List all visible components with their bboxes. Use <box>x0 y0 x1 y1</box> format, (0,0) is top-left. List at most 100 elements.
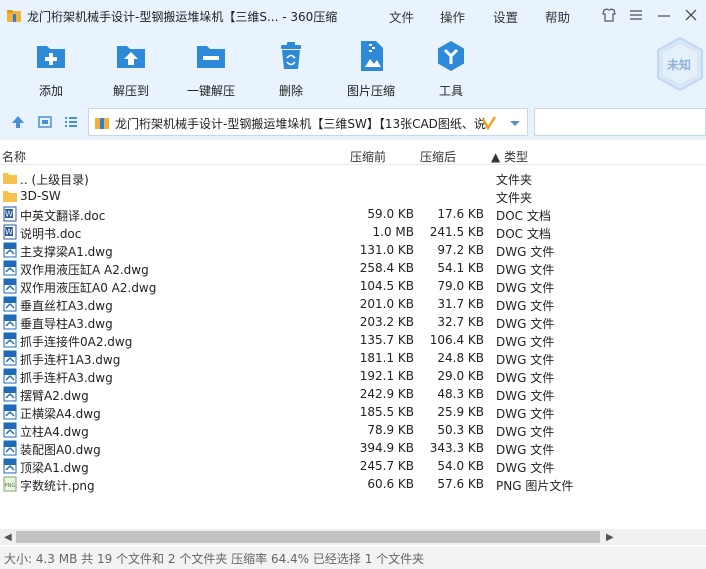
file-name: 垂直导柱A3.dwg <box>20 317 113 331</box>
list-view-icon[interactable] <box>63 114 79 130</box>
file-packed-size: 25.9 KB <box>437 405 484 419</box>
image-compress-icon <box>361 41 383 71</box>
extract-to-button[interactable]: 解压到 <box>96 38 166 100</box>
file-size: 201.0 KB <box>359 297 414 311</box>
add-button[interactable]: 添加 <box>16 38 86 100</box>
archive-icon <box>95 118 109 129</box>
file-packed-size: 97.2 KB <box>437 243 484 257</box>
file-row[interactable]: 垂直丝杠A3.dwg 201.0 KB 31.7 KB DWG 文件 <box>0 295 706 313</box>
file-row[interactable]: 3D-SW 文件夹 <box>0 187 706 205</box>
file-name: 说明书.doc <box>20 227 82 241</box>
file-type: DWG 文件 <box>496 317 555 331</box>
file-packed-size: 57.6 KB <box>437 477 484 491</box>
dwg-icon <box>3 368 17 384</box>
file-name: .. (上级目录) <box>20 173 89 187</box>
file-type: DWG 文件 <box>496 353 555 367</box>
file-row[interactable]: .. (上级目录) 文件夹 <box>0 169 706 187</box>
menu-settings[interactable]: 设置 <box>493 7 518 26</box>
scrollbar-thumb[interactable] <box>16 531 600 543</box>
file-type: 文件夹 <box>496 173 533 187</box>
file-type: DOC 文档 <box>496 227 551 241</box>
file-packed-size: 54.0 KB <box>437 459 484 473</box>
dwg-icon <box>3 332 17 348</box>
column-type[interactable]: ▲ 类型 <box>491 148 528 165</box>
file-name: 双作用液压缸A0 A2.dwg <box>20 281 157 295</box>
file-type: DOC 文档 <box>496 209 551 223</box>
close-icon[interactable] <box>682 6 700 24</box>
path-field[interactable]: 龙门桁架机械手设计-型钢搬运堆垛机【三维SW】【13张CAD图纸、说 <box>88 108 528 136</box>
dwg-icon <box>3 386 17 402</box>
tools-button[interactable]: 工具 <box>416 38 486 100</box>
delete-label: 删除 <box>278 84 303 98</box>
column-size[interactable]: 压缩前 <box>350 148 386 165</box>
status-text: 大小: 4.3 MB 共 19 个文件和 2 个文件夹 压缩率 64.4% 已经… <box>4 552 425 566</box>
one-click-extract-label: 一键解压 <box>186 84 235 98</box>
skin-icon[interactable] <box>600 6 618 24</box>
add-label: 添加 <box>38 84 63 98</box>
image-compress-button[interactable]: 图片压缩 <box>336 38 406 100</box>
file-name: 中英文翻译.doc <box>20 209 106 223</box>
svg-text:W: W <box>5 210 13 219</box>
security-badge[interactable]: 未知 <box>654 36 706 92</box>
column-packed[interactable]: 压缩后 <box>420 148 456 165</box>
column-name[interactable]: 名称 <box>2 148 26 165</box>
app-icon <box>7 10 21 22</box>
menu-operation[interactable]: 操作 <box>440 7 465 26</box>
menu-help[interactable]: 帮助 <box>545 7 570 26</box>
menu-file[interactable]: 文件 <box>389 7 414 26</box>
file-row[interactable]: PNG 字数统计.png 60.6 KB 57.6 KB PNG 图片文件 <box>0 475 706 493</box>
delete-button[interactable]: 删除 <box>256 38 326 100</box>
file-name: 顶梁A1.dwg <box>20 461 89 475</box>
file-name: 抓手连杆1A3.dwg <box>20 353 121 367</box>
address-bar: 龙门桁架机械手设计-型钢搬运堆垛机【三维SW】【13张CAD图纸、说 <box>0 104 706 140</box>
search-input[interactable] <box>534 108 706 136</box>
file-name: 双作用液压缸A A2.dwg <box>20 263 149 277</box>
file-row[interactable]: 双作用液压缸A0 A2.dwg 104.5 KB 79.0 KB DWG 文件 <box>0 277 706 295</box>
file-row[interactable]: 抓手连接件0A2.dwg 135.7 KB 106.4 KB DWG 文件 <box>0 331 706 349</box>
dwg-icon <box>3 296 17 312</box>
file-row[interactable]: 摆臂A2.dwg 242.9 KB 48.3 KB DWG 文件 <box>0 385 706 403</box>
file-size: 185.5 KB <box>359 405 414 419</box>
up-arrow-icon[interactable] <box>10 114 26 130</box>
file-row[interactable]: 装配图A0.dwg 394.9 KB 343.3 KB DWG 文件 <box>0 439 706 457</box>
file-size: 78.9 KB <box>367 423 414 437</box>
horizontal-scrollbar[interactable]: ◀ ▶ <box>0 529 706 545</box>
file-row[interactable]: 顶梁A1.dwg 245.7 KB 54.0 KB DWG 文件 <box>0 457 706 475</box>
file-size: 60.6 KB <box>367 477 414 491</box>
menu-icon[interactable] <box>627 6 645 24</box>
thumbnail-view-icon[interactable] <box>37 114 53 130</box>
doc-icon: W <box>3 206 17 222</box>
chevron-down-icon[interactable] <box>507 115 523 131</box>
scroll-right-icon[interactable]: ▶ <box>606 532 614 543</box>
file-packed-size: 24.8 KB <box>437 351 484 365</box>
file-name: 3D-SW <box>20 189 61 203</box>
file-row[interactable]: 立柱A4.dwg 78.9 KB 50.3 KB DWG 文件 <box>0 421 706 439</box>
minimize-icon[interactable] <box>655 6 673 24</box>
file-row[interactable]: 垂直导柱A3.dwg 203.2 KB 32.7 KB DWG 文件 <box>0 313 706 331</box>
file-size: 59.0 KB <box>367 207 414 221</box>
file-row[interactable]: W 说明书.doc 1.0 MB 241.5 KB DOC 文档 <box>0 223 706 241</box>
file-row[interactable]: 抓手连杆A3.dwg 192.1 KB 29.0 KB DWG 文件 <box>0 367 706 385</box>
file-row[interactable]: 抓手连杆1A3.dwg 181.1 KB 24.8 KB DWG 文件 <box>0 349 706 367</box>
file-type: 文件夹 <box>496 191 533 205</box>
file-row[interactable]: 主支撑梁A1.dwg 131.0 KB 97.2 KB DWG 文件 <box>0 241 706 259</box>
file-row[interactable]: 正横梁A4.dwg 185.5 KB 25.9 KB DWG 文件 <box>0 403 706 421</box>
trash-icon <box>281 42 301 69</box>
file-row[interactable]: 双作用液压缸A A2.dwg 258.4 KB 54.1 KB DWG 文件 <box>0 259 706 277</box>
file-type: DWG 文件 <box>496 371 555 385</box>
file-size: 135.7 KB <box>359 333 414 347</box>
extract-to-icon <box>117 46 145 68</box>
file-row[interactable]: W 中英文翻译.doc 59.0 KB 17.6 KB DOC 文档 <box>0 205 706 223</box>
scroll-left-icon[interactable]: ◀ <box>4 532 12 543</box>
file-type: DWG 文件 <box>496 389 555 403</box>
file-type: DWG 文件 <box>496 245 555 259</box>
checkmark-icon[interactable] <box>481 115 497 131</box>
toolbar: 添加 解压到 一键解压 删除 图片压缩 工具 未知 <box>0 32 706 104</box>
one-click-extract-button[interactable]: 一键解压 <box>176 38 246 100</box>
file-size: 245.7 KB <box>359 459 414 473</box>
path-text: 龙门桁架机械手设计-型钢搬运堆垛机【三维SW】【13张CAD图纸、说 <box>115 117 486 131</box>
svg-text:PNG: PNG <box>5 483 16 489</box>
file-size: 1.0 MB <box>372 225 414 239</box>
file-packed-size: 32.7 KB <box>437 315 484 329</box>
file-type: DWG 文件 <box>496 407 555 421</box>
